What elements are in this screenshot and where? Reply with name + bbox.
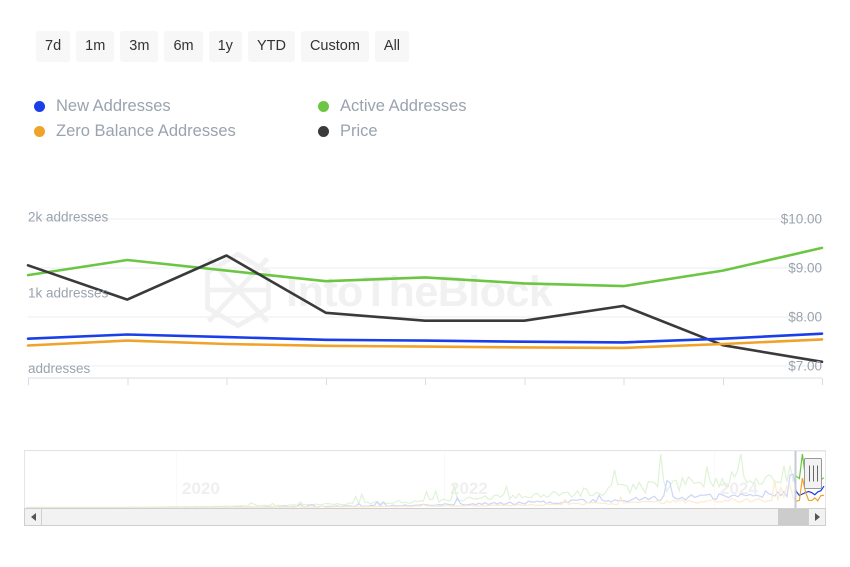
x-axis-tick-label: 13. Jun bbox=[303, 387, 349, 390]
navigator-unselected-mask[interactable] bbox=[25, 451, 795, 509]
main-chart-plot[interactable]: IntoTheBlock 2k addresses 1k addresses add… bbox=[0, 190, 850, 390]
arrow-left-icon bbox=[30, 513, 36, 521]
left-axis-tick-label: 1k addresses bbox=[28, 285, 109, 300]
legend-dot-icon-new-addresses bbox=[34, 101, 45, 112]
legend-dot-icon-price bbox=[318, 126, 329, 137]
range-button-custom[interactable]: Custom bbox=[300, 31, 369, 62]
x-axis-tick-label: 18. J… bbox=[798, 387, 842, 390]
x-axis-tick-label: 11. Jun bbox=[105, 387, 150, 390]
left-axis-tick-label: 2k addresses bbox=[28, 210, 109, 225]
x-axis-tick-label: 10. J… bbox=[8, 387, 52, 390]
x-axis-tick-label: 16. Jun bbox=[601, 387, 647, 390]
x-axis-labels: 10. J… 11. Jun 12. Jun 13. Jun 14. Jun 15. Ju… bbox=[8, 387, 842, 390]
watermark-text: IntoTheBlock bbox=[286, 268, 553, 316]
intotheblock-hexagon-icon bbox=[205, 251, 271, 329]
right-axis-tick-label: $10.00 bbox=[781, 212, 822, 227]
legend-label-active-addresses: Active Addresses bbox=[340, 97, 467, 116]
range-button-all[interactable]: All bbox=[374, 31, 410, 62]
legend-item-active-addresses[interactable]: Active Addresses bbox=[318, 98, 574, 115]
left-axis: 2k addresses 1k addresses addresses bbox=[28, 210, 109, 376]
legend-item-zero-balance-addresses[interactable]: Zero Balance Addresses bbox=[34, 123, 318, 140]
x-axis-ticks bbox=[28, 378, 823, 385]
range-button-3m[interactable]: 3m bbox=[120, 31, 159, 62]
left-axis-tick-label: addresses bbox=[28, 361, 91, 376]
scrollbar-thumb[interactable] bbox=[778, 509, 808, 525]
x-axis-tick-label: 14. Jun bbox=[402, 387, 448, 390]
x-axis-tick-label: 17. Jun bbox=[700, 387, 746, 390]
legend-dot-icon-active-addresses bbox=[318, 101, 329, 112]
scrollbar-left-button[interactable] bbox=[24, 508, 42, 526]
range-selector: 7d 1m 3m 6m 1y YTD Custom All bbox=[36, 31, 410, 62]
range-button-ytd[interactable]: YTD bbox=[247, 31, 295, 62]
chart-watermark: IntoTheBlock bbox=[205, 251, 553, 329]
legend-item-new-addresses[interactable]: New Addresses bbox=[34, 98, 318, 115]
legend-label-new-addresses: New Addresses bbox=[56, 97, 171, 116]
right-axis: $10.00 $9.00 $8.00 $7.00 bbox=[781, 212, 822, 374]
range-button-1m[interactable]: 1m bbox=[76, 31, 115, 62]
chart-scrollbar[interactable] bbox=[24, 508, 826, 526]
scrollbar-track[interactable] bbox=[42, 508, 808, 526]
legend-label-zero-balance-addresses: Zero Balance Addresses bbox=[56, 122, 236, 141]
legend-item-price[interactable]: Price bbox=[318, 123, 574, 140]
chart-legend: New Addresses Active Addresses Zero Bala… bbox=[34, 94, 574, 144]
right-axis-tick-label: $7.00 bbox=[788, 359, 822, 374]
scrollbar-right-button[interactable] bbox=[808, 508, 826, 526]
x-axis-tick-label: 15. Jun bbox=[501, 387, 547, 390]
range-button-6m[interactable]: 6m bbox=[164, 31, 203, 62]
legend-label-price: Price bbox=[340, 122, 378, 141]
x-axis-tick-label: 12. Jun bbox=[204, 387, 250, 390]
chart-navigator[interactable]: 202020222024 bbox=[24, 442, 826, 510]
right-axis-tick-label: $9.00 bbox=[788, 261, 822, 276]
navigator-right-handle[interactable] bbox=[804, 458, 822, 489]
arrow-right-icon bbox=[814, 513, 820, 521]
legend-dot-icon-zero-balance-addresses bbox=[34, 126, 45, 137]
range-button-7d[interactable]: 7d bbox=[36, 31, 71, 62]
range-button-1y[interactable]: 1y bbox=[208, 31, 242, 62]
right-axis-tick-label: $8.00 bbox=[788, 310, 822, 325]
